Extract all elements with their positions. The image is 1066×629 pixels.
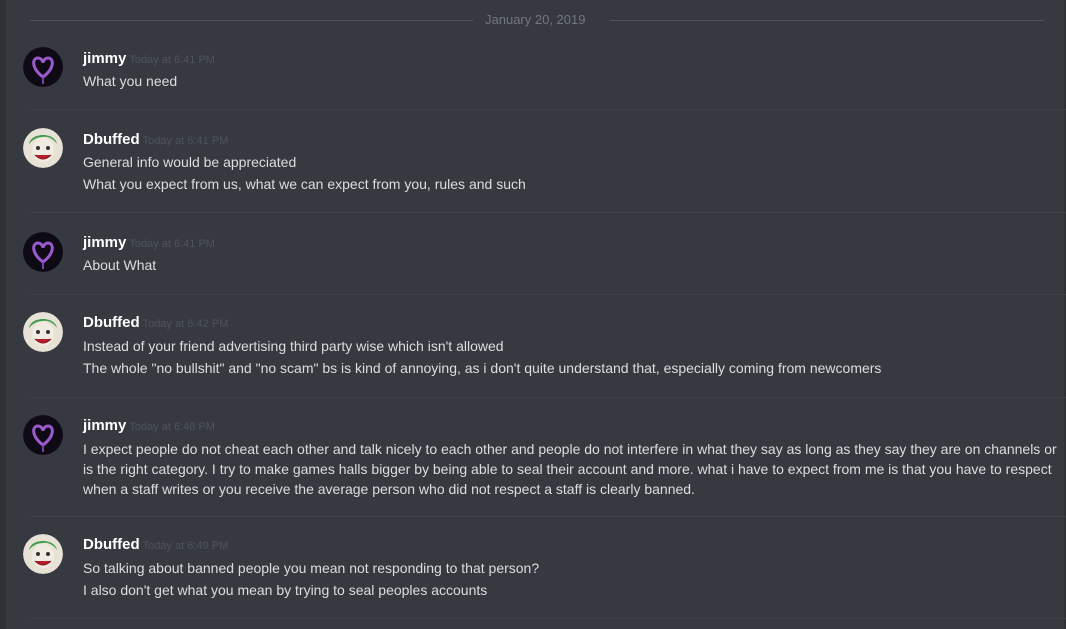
- date-divider: January 20, 2019: [30, 10, 1044, 30]
- username[interactable]: jimmy: [83, 417, 126, 434]
- username[interactable]: Dbuffed: [83, 131, 140, 148]
- username[interactable]: jimmy: [83, 234, 126, 251]
- timestamp: Today at 6:48 PM: [129, 421, 215, 433]
- purple-heart-avatar[interactable]: [23, 47, 63, 87]
- timestamp: Today at 6:49 PM: [142, 540, 229, 552]
- message-text: What you expect from us, what we can exp…: [83, 176, 526, 192]
- message-text: I also don't get what you mean by trying…: [83, 582, 488, 598]
- message-text: What you need: [83, 73, 178, 89]
- message-text: General info would be appreciated: [83, 154, 297, 170]
- message-separator: [30, 397, 1066, 398]
- message-separator: [30, 294, 1066, 295]
- message-text: The whole "no bullshit" and "no scam" bs…: [83, 360, 882, 376]
- message-separator: [30, 618, 1066, 619]
- message-text: I expect people do not cheat each other …: [83, 441, 1057, 497]
- timestamp: Today at 6:41 PM: [129, 54, 215, 66]
- message-text: Instead of your friend advertising third…: [83, 338, 504, 354]
- username[interactable]: Dbuffed: [83, 536, 140, 553]
- message-separator: [30, 109, 1066, 110]
- username[interactable]: Dbuffed: [83, 314, 140, 331]
- timestamp: Today at 6:42 PM: [142, 318, 229, 330]
- message-separator: [30, 212, 1066, 213]
- joker-avatar[interactable]: [23, 312, 63, 352]
- timestamp: Today at 6:41 PM: [129, 238, 215, 250]
- message-text: So talking about banned people you mean …: [83, 560, 540, 576]
- purple-heart-avatar[interactable]: [23, 415, 63, 455]
- message-text: About What: [83, 257, 157, 273]
- left-panel-edge: [0, 0, 6, 629]
- timestamp: Today at 6:41 PM: [142, 135, 229, 147]
- date-divider-text: January 20, 2019: [485, 12, 586, 27]
- divider-line-right: [610, 20, 1044, 21]
- joker-avatar[interactable]: [23, 128, 63, 168]
- message-separator: [30, 516, 1066, 517]
- username[interactable]: jimmy: [83, 50, 126, 67]
- divider-line-left: [30, 20, 473, 21]
- joker-avatar[interactable]: [23, 534, 63, 574]
- purple-heart-avatar[interactable]: [23, 232, 63, 272]
